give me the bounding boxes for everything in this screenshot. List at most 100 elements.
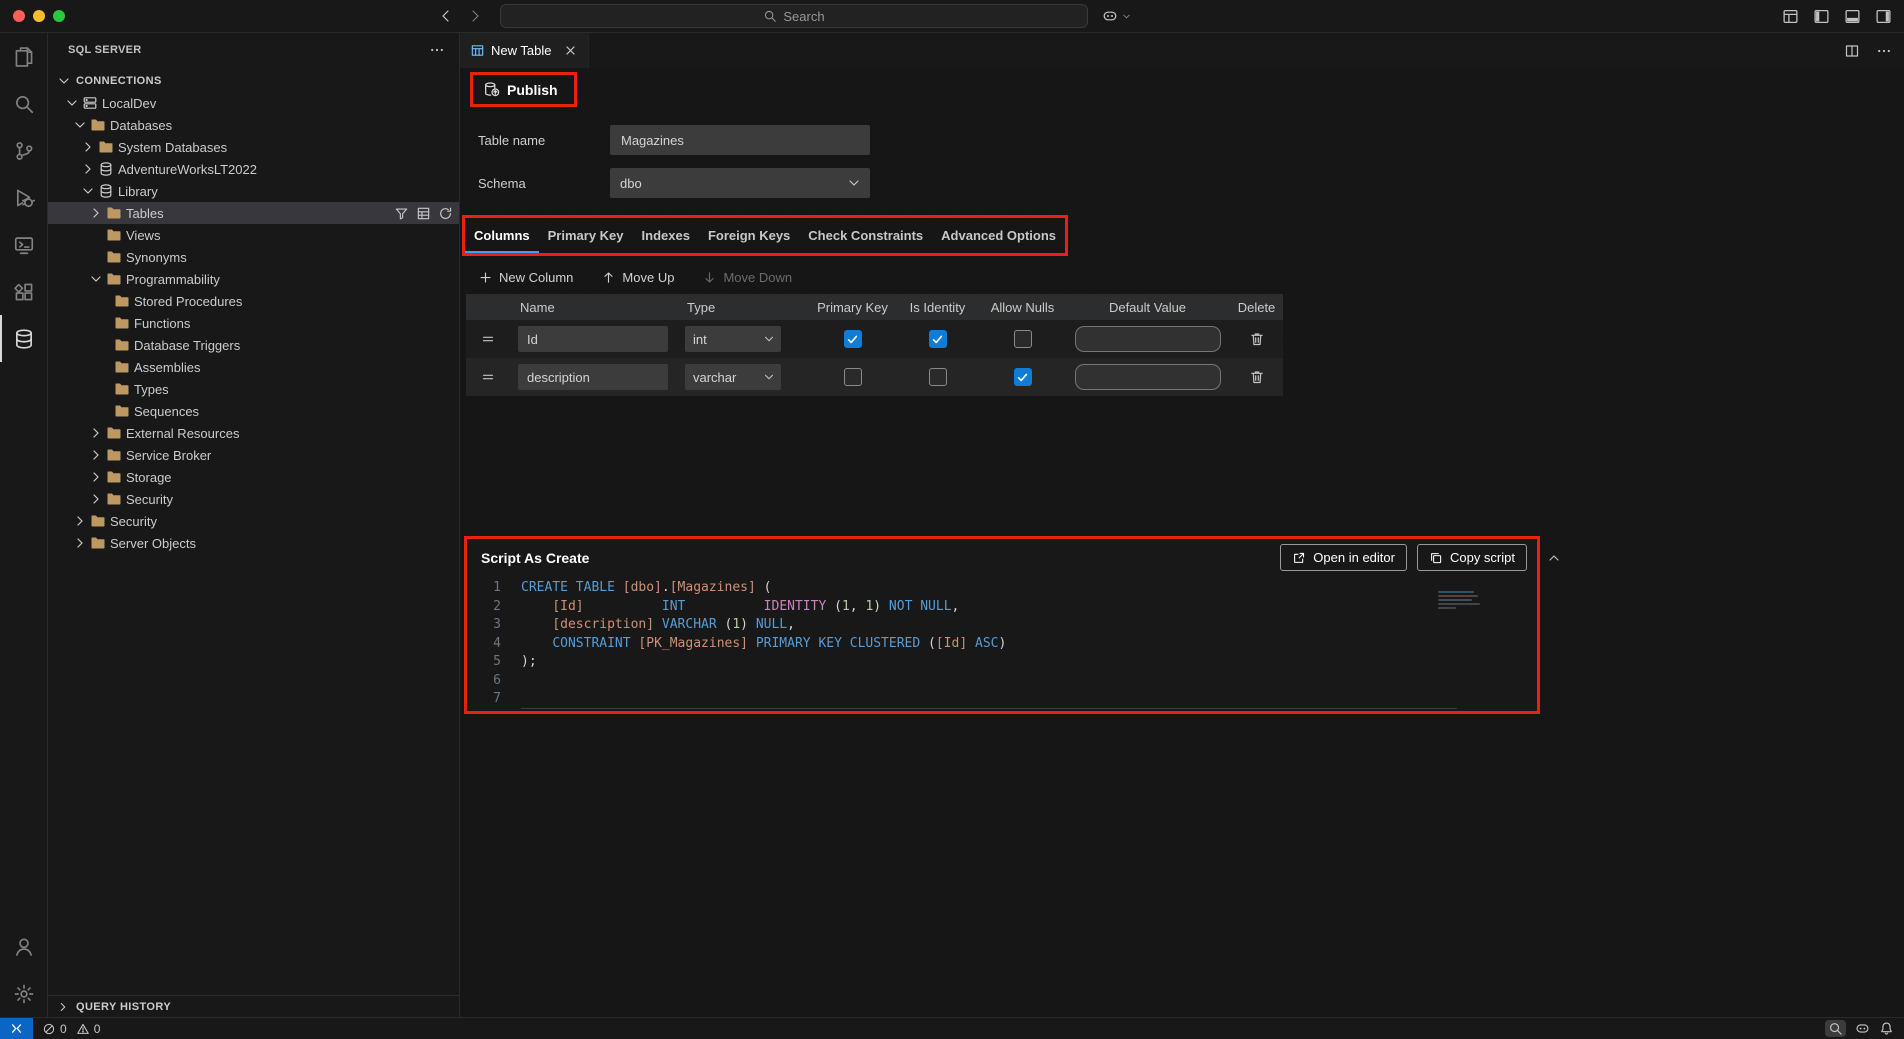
mssql-icon — [13, 328, 35, 350]
toggle-secondary-sidebar-icon[interactable] — [1875, 8, 1892, 25]
designer-tab-check-constraints[interactable]: Check Constraints — [799, 218, 932, 253]
activity-item-extensions[interactable] — [0, 268, 47, 315]
code-line-5: 5); — [467, 653, 1537, 672]
problems-status[interactable]: 0 0 — [42, 1022, 105, 1036]
tree-item-server-objects[interactable]: Server Objects — [48, 532, 459, 554]
designer-tab-advanced-options[interactable]: Advanced Options — [932, 218, 1065, 253]
drag-icon[interactable] — [480, 331, 496, 347]
grid-header-allow-nulls: Allow Nulls — [980, 294, 1065, 320]
more-actions-icon[interactable] — [1876, 43, 1892, 59]
default-value-input[interactable] — [1075, 364, 1221, 390]
designer-tab-indexes[interactable]: Indexes — [633, 218, 699, 253]
tab-new-table[interactable]: New Table — [460, 33, 589, 68]
more-actions-icon[interactable] — [429, 42, 445, 58]
drag-icon[interactable] — [480, 369, 496, 385]
forward-icon[interactable] — [467, 8, 483, 24]
tree-item-service-broker[interactable]: Service Broker — [48, 444, 459, 466]
minimize-window-button[interactable] — [33, 10, 45, 22]
remote-indicator[interactable] — [0, 1018, 33, 1039]
column-name-input[interactable] — [518, 326, 668, 352]
open-in-editor-button[interactable]: Open in editor — [1280, 544, 1407, 571]
window-controls — [13, 10, 65, 22]
tree-item-types[interactable]: Types — [48, 378, 459, 400]
toolbar-new-column-button[interactable]: New Column — [478, 270, 573, 285]
customize-layout-icon[interactable] — [1782, 8, 1799, 25]
activity-item-explorer[interactable] — [0, 33, 47, 80]
tree-item-localdev[interactable]: LocalDev — [48, 92, 459, 114]
activity-item-source-control[interactable] — [0, 127, 47, 174]
designer-tab-columns[interactable]: Columns — [465, 218, 539, 253]
zoom-window-button[interactable] — [53, 10, 65, 22]
tree-item-adventureworkslt2022[interactable]: AdventureWorksLT2022 — [48, 158, 459, 180]
tree-item-synonyms[interactable]: Synonyms — [48, 246, 459, 268]
table-name-input[interactable] — [610, 125, 870, 155]
is-identity-checkbox[interactable] — [929, 330, 947, 348]
tab-label: New Table — [491, 43, 551, 58]
close-icon[interactable] — [563, 43, 578, 58]
activity-item-remote-explorer[interactable] — [0, 221, 47, 268]
command-center-search[interactable]: Search — [500, 4, 1088, 28]
tree-item-library[interactable]: Library — [48, 180, 459, 202]
tree-item-functions[interactable]: Functions — [48, 312, 459, 334]
toggle-panel-icon[interactable] — [1844, 8, 1861, 25]
activity-item-sql-server[interactable] — [0, 315, 47, 362]
tree-item-stored-procedures[interactable]: Stored Procedures — [48, 290, 459, 312]
line-number: 4 — [467, 635, 501, 654]
tree-item-system-databases[interactable]: System Databases — [48, 136, 459, 158]
tree-item-storage[interactable]: Storage — [48, 466, 459, 488]
tree-item-assemblies[interactable]: Assemblies — [48, 356, 459, 378]
tree-item-security[interactable]: Security — [48, 510, 459, 532]
scroll-up-icon[interactable] — [1546, 550, 1562, 566]
schema-select[interactable]: dbo — [610, 168, 870, 198]
activity-item-search[interactable] — [0, 80, 47, 127]
designer-tab-foreign-keys[interactable]: Foreign Keys — [699, 218, 799, 253]
query-history-section[interactable]: QUERY HISTORY — [48, 995, 459, 1017]
tree-item-views[interactable]: Views — [48, 224, 459, 246]
trash-icon[interactable] — [1249, 331, 1265, 347]
copilot-menu[interactable] — [1102, 8, 1132, 24]
tree-item-label: AdventureWorksLT2022 — [118, 162, 257, 177]
allow-nulls-checkbox[interactable] — [1014, 330, 1032, 348]
primary-key-checkbox[interactable] — [844, 330, 862, 348]
activity-item-run-and-debug[interactable] — [0, 174, 47, 221]
tree-item-label: Assemblies — [134, 360, 200, 375]
trash-icon[interactable] — [1249, 369, 1265, 385]
zoom-status[interactable] — [1825, 1020, 1846, 1037]
toolbar-move-up-button[interactable]: Move Up — [601, 270, 674, 285]
publish-button[interactable]: Publish — [473, 75, 574, 104]
publish-label: Publish — [507, 82, 558, 98]
toggle-sidebar-icon[interactable] — [1813, 8, 1830, 25]
copy-script-button[interactable]: Copy script — [1417, 544, 1527, 571]
grid-header-type: Type — [675, 294, 810, 320]
tree-item-connections[interactable]: CONNECTIONS — [48, 70, 459, 92]
back-icon[interactable] — [438, 8, 454, 24]
code-text: CONSTRAINT [PK_Magazines] PRIMARY KEY CL… — [521, 635, 1006, 654]
filter-icon[interactable] — [394, 206, 409, 221]
table-grid-icon[interactable] — [416, 206, 431, 221]
tree-item-tables[interactable]: Tables — [48, 202, 459, 224]
script-code[interactable]: 1CREATE TABLE [dbo].[Magazines] (2 [Id] … — [467, 576, 1537, 711]
allow-nulls-checkbox[interactable] — [1014, 368, 1032, 386]
close-window-button[interactable] — [13, 10, 25, 22]
tree-item-sequences[interactable]: Sequences — [48, 400, 459, 422]
tree-item-database-triggers[interactable]: Database Triggers — [48, 334, 459, 356]
status-bar: 0 0 — [0, 1017, 1904, 1039]
tree-item-databases[interactable]: Databases — [48, 114, 459, 136]
designer-tab-primary-key[interactable]: Primary Key — [539, 218, 633, 253]
activity-item-accounts[interactable] — [0, 923, 47, 970]
default-value-input[interactable] — [1075, 326, 1221, 352]
line-number: 3 — [467, 616, 501, 635]
primary-key-checkbox[interactable] — [844, 368, 862, 386]
column-type-select[interactable]: int — [685, 326, 781, 352]
refresh-icon[interactable] — [438, 206, 453, 221]
split-editor-icon[interactable] — [1844, 43, 1860, 59]
copilot-status-icon[interactable] — [1855, 1021, 1870, 1036]
is-identity-checkbox[interactable] — [929, 368, 947, 386]
tree-item-programmability[interactable]: Programmability — [48, 268, 459, 290]
column-type-select[interactable]: varchar — [685, 364, 781, 390]
activity-item-settings[interactable] — [0, 970, 47, 1017]
column-name-input[interactable] — [518, 364, 668, 390]
tree-item-security[interactable]: Security — [48, 488, 459, 510]
notifications-bell-icon[interactable] — [1879, 1021, 1894, 1036]
tree-item-external-resources[interactable]: External Resources — [48, 422, 459, 444]
